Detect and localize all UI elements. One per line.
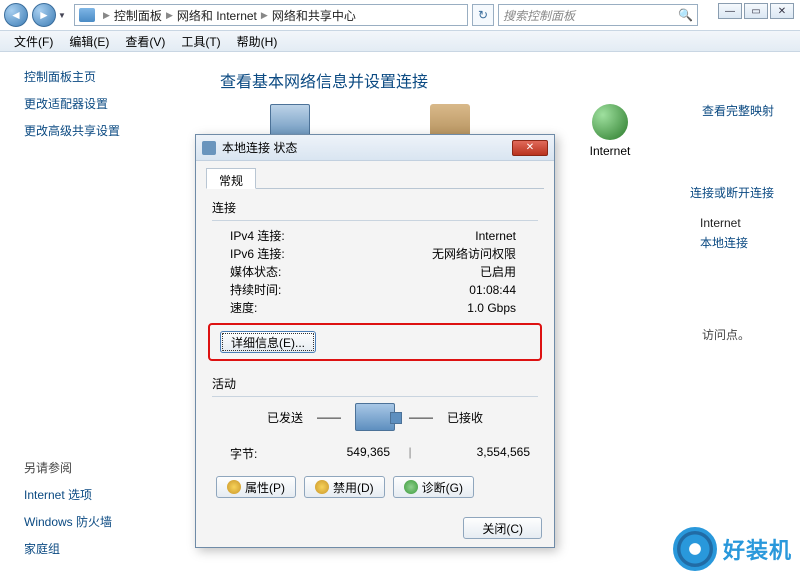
ipv6-value: 无网络访问权限	[322, 245, 538, 263]
annotation-highlight: 详细信息(E)...	[208, 323, 542, 361]
sidebar-link-inetopts[interactable]: Internet 选项	[24, 486, 112, 503]
control-panel-icon	[79, 8, 95, 22]
sent-label: 已发送	[267, 409, 303, 426]
search-placeholder: 搜索控制面板	[503, 7, 575, 24]
menu-tools[interactable]: 工具(T)	[173, 33, 228, 50]
group-activity-header: 活动	[212, 375, 538, 392]
menu-edit[interactable]: 编辑(E)	[61, 33, 117, 50]
bytes-sent-value: 549,365	[290, 445, 390, 462]
media-state-label: 媒体状态:	[212, 263, 322, 281]
duration-value: 01:08:44	[322, 281, 538, 299]
page-title: 查看基本网络信息并设置连接	[220, 68, 780, 92]
dash-icon: ——	[409, 410, 433, 424]
menu-file[interactable]: 文件(F)	[6, 33, 61, 50]
properties-button[interactable]: 属性(P)	[216, 476, 296, 498]
sidebar: 控制面板主页 更改适配器设置 更改高级共享设置 另请参阅 Internet 选项…	[0, 54, 200, 587]
bytes-received-value: 3,554,565	[430, 445, 530, 462]
sidebar-link-firewall[interactable]: Windows 防火墙	[24, 513, 112, 530]
local-connection-status-dialog: 本地连接 状态 ✕ 常规 连接 IPv4 连接:Internet IPv6 连接…	[195, 134, 555, 548]
eye-logo-icon	[673, 527, 717, 571]
breadcrumb-seg[interactable]: 网络和 Internet	[177, 7, 257, 24]
nav-history-dropdown[interactable]: ▼	[58, 11, 70, 20]
ipv6-label: IPv6 连接:	[212, 245, 322, 263]
watermark-text: 好装机	[723, 533, 792, 565]
menu-bar: 文件(F) 编辑(E) 查看(V) 工具(T) 帮助(H)	[0, 30, 800, 52]
address-bar: ◄ ► ▼ ▶ 控制面板 ▶ 网络和 Internet ▶ 网络和共享中心 ↻ …	[2, 2, 698, 28]
close-button[interactable]: 关闭(C)	[463, 517, 542, 539]
breadcrumb-seg[interactable]: 控制面板	[114, 7, 162, 24]
breadcrumb-seg[interactable]: 网络和共享中心	[272, 7, 356, 24]
dialog-title-text: 本地连接 状态	[222, 139, 297, 156]
sidebar-link-adapter[interactable]: 更改适配器设置	[24, 95, 190, 112]
computer-icon	[270, 104, 310, 138]
diagnose-button[interactable]: 诊断(G)	[393, 476, 474, 498]
bytes-label: 字节:	[212, 445, 290, 462]
node-internet-label: Internet	[550, 144, 670, 158]
search-icon: 🔍	[678, 8, 693, 22]
minimize-button[interactable]: —	[718, 3, 742, 19]
search-input[interactable]: 搜索控制面板 🔍	[498, 4, 698, 26]
details-button[interactable]: 详细信息(E)...	[220, 331, 316, 353]
link-connect-disconnect[interactable]: 连接或断开连接	[690, 184, 774, 201]
panel-text-access: 访问点。	[702, 326, 750, 343]
nav-forward-button[interactable]: ►	[32, 3, 56, 27]
chevron-right-icon: ▶	[162, 10, 177, 21]
node-internet: Internet	[550, 104, 670, 158]
shield-icon	[315, 480, 329, 494]
dialog-titlebar[interactable]: 本地连接 状态 ✕	[196, 135, 554, 161]
received-label: 已接收	[447, 409, 483, 426]
panel-text-internet: Internet	[700, 216, 741, 230]
maximize-button[interactable]: ▭	[744, 3, 768, 19]
diagnose-icon	[404, 480, 418, 494]
disable-button[interactable]: 禁用(D)	[304, 476, 385, 498]
breadcrumb[interactable]: ▶ 控制面板 ▶ 网络和 Internet ▶ 网络和共享中心	[74, 4, 468, 26]
sidebar-link-sharing[interactable]: 更改高级共享设置	[24, 122, 190, 139]
watermark: 好装机	[673, 527, 792, 571]
speed-label: 速度:	[212, 299, 322, 317]
tab-general[interactable]: 常规	[206, 168, 256, 189]
dash-icon: ——	[317, 410, 341, 424]
link-view-full-map[interactable]: 查看完整映射	[702, 102, 774, 119]
refresh-button[interactable]: ↻	[472, 4, 494, 26]
dialog-tabs: 常规	[206, 167, 544, 189]
group-connection-header: 连接	[212, 199, 538, 216]
media-state-value: 已启用	[322, 263, 538, 281]
speed-value: 1.0 Gbps	[322, 299, 538, 317]
activity-computers-icon	[355, 403, 395, 431]
shield-icon	[227, 480, 241, 494]
sidebar-home-link[interactable]: 控制面板主页	[24, 68, 190, 85]
bytes-separator: |	[390, 445, 430, 462]
window-close-button[interactable]: ✕	[770, 3, 794, 19]
link-local-connection[interactable]: 本地连接	[700, 234, 748, 251]
menu-help[interactable]: 帮助(H)	[229, 33, 286, 50]
sidebar-see-also-header: 另请参阅	[24, 459, 112, 476]
duration-label: 持续时间:	[212, 281, 322, 299]
globe-icon	[592, 104, 628, 140]
bench-network-icon	[430, 104, 470, 138]
ipv4-label: IPv4 连接:	[212, 227, 322, 245]
nav-back-button[interactable]: ◄	[4, 3, 28, 27]
dialog-close-button[interactable]: ✕	[512, 140, 548, 156]
chevron-right-icon: ▶	[257, 10, 272, 21]
menu-view[interactable]: 查看(V)	[117, 33, 173, 50]
chevron-right-icon: ▶	[99, 10, 114, 21]
ipv4-value: Internet	[322, 227, 538, 245]
sidebar-link-homegroup[interactable]: 家庭组	[24, 540, 112, 557]
nic-icon	[202, 141, 216, 155]
